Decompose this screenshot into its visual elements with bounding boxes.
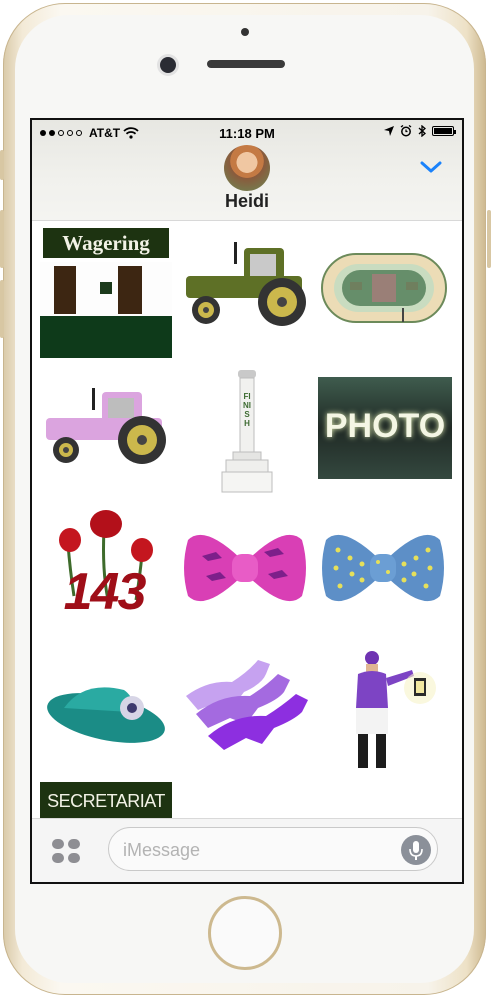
app-drawer-icon[interactable] [50, 837, 82, 865]
wagering-caption: Wagering [62, 231, 150, 255]
silent-switch [0, 150, 4, 180]
blue-polka-bowtie-sticker[interactable] [322, 530, 444, 606]
message-placeholder: iMessage [123, 840, 201, 860]
photo-caption: PHOTO [324, 407, 446, 445]
volume-down-button [0, 280, 4, 338]
microphone-icon[interactable] [401, 835, 431, 865]
battery-icon [432, 126, 456, 136]
secretariat-caption: SECRETARIAT [47, 791, 165, 811]
green-tractor-sticker[interactable] [182, 242, 310, 330]
location-arrow-icon [384, 126, 394, 136]
pink-bowtie-sticker[interactable] [184, 530, 306, 606]
front-camera [160, 57, 176, 73]
pink-tractor-sticker[interactable] [42, 388, 170, 468]
roses-143-sticker[interactable]: 143 [44, 510, 164, 628]
proximity-sensor [241, 28, 249, 36]
finish-pole-sticker[interactable]: FINISH [220, 370, 274, 494]
wagering-window-sticker[interactable]: Wagering [40, 228, 172, 358]
message-input[interactable]: iMessage [108, 827, 438, 871]
battery-level [434, 128, 452, 134]
home-button[interactable] [208, 896, 282, 970]
status-icons [384, 125, 456, 137]
power-button [487, 210, 491, 268]
racetrack-sticker[interactable] [320, 252, 452, 324]
earpiece-speaker [207, 60, 285, 68]
volume-up-button [0, 210, 4, 268]
status-bar: AT&T 11:18 PM [32, 124, 462, 142]
teal-derby-hat-sticker[interactable] [44, 678, 168, 750]
rose-number: 143 [63, 563, 147, 621]
contact-name[interactable]: Heidi [32, 191, 462, 212]
conversation-header: AT&T 11:18 PM Heidi [32, 120, 462, 221]
jockey-lantern-sticker[interactable] [342, 648, 442, 774]
purple-horses-sticker[interactable] [184, 658, 310, 756]
finish-caption: FINISH [243, 392, 251, 428]
photo-sign-sticker[interactable]: PHOTO [318, 377, 452, 479]
secretariat-sticker[interactable]: SECRETARIAT [40, 782, 172, 820]
sticker-drawer: Wagering FINISH PHOTO 143 SECRETARIAT [32, 220, 462, 820]
bluetooth-icon [418, 125, 426, 137]
screen: AT&T 11:18 PM Heidi Wagering FINISH PHOT… [30, 118, 464, 884]
chevron-down-icon[interactable] [420, 160, 442, 174]
alarm-icon [400, 125, 412, 137]
contact-avatar[interactable] [224, 145, 270, 191]
message-composer: iMessage [32, 818, 462, 882]
